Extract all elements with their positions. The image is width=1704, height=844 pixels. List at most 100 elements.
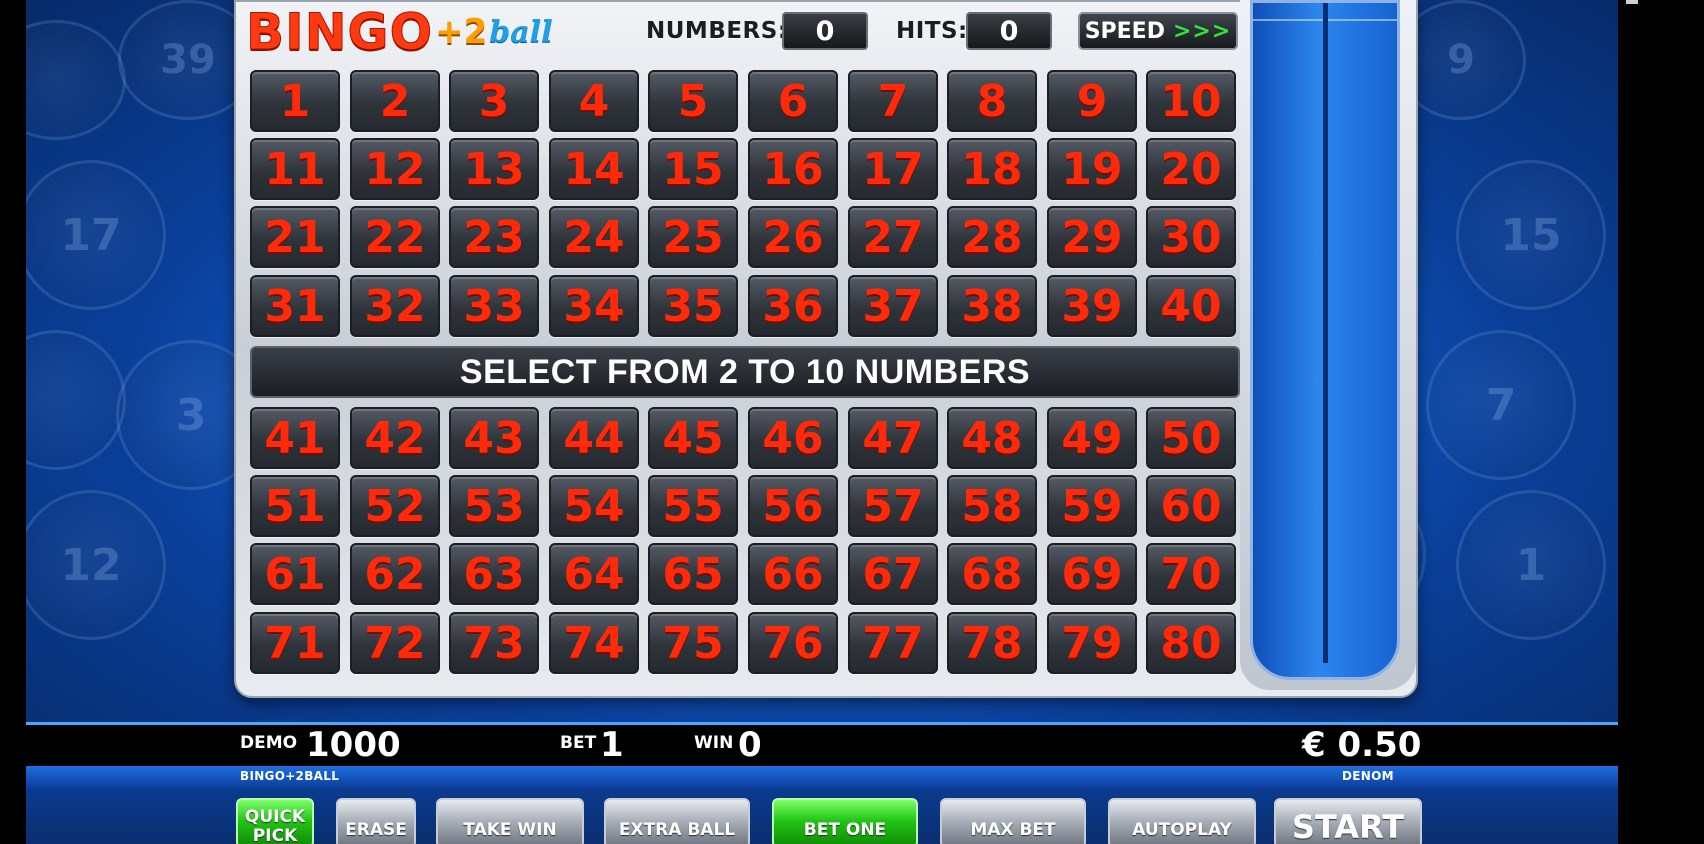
number-cell-42[interactable]: 42 (350, 407, 440, 469)
number-cell-21[interactable]: 21 (250, 206, 340, 268)
number-cell-65[interactable]: 65 (648, 543, 738, 605)
number-cell-6[interactable]: 6 (748, 70, 838, 132)
number-cell-78[interactable]: 78 (947, 612, 1037, 674)
number-cell-52[interactable]: 52 (350, 475, 440, 537)
numbers-counter: 0 (782, 12, 868, 50)
denom-label: DENOM (1342, 769, 1394, 783)
number-cell-53[interactable]: 53 (449, 475, 539, 537)
number-cell-7[interactable]: 7 (848, 70, 938, 132)
number-cell-17[interactable]: 17 (848, 138, 938, 200)
number-cell-13[interactable]: 13 (449, 138, 539, 200)
background-ball: 17 (26, 160, 166, 310)
number-cell-59[interactable]: 59 (1047, 475, 1137, 537)
number-cell-23[interactable]: 23 (449, 206, 539, 268)
number-cell-68[interactable]: 68 (947, 543, 1037, 605)
extra-ball-button[interactable]: EXTRA BALL (604, 798, 750, 844)
number-cell-12[interactable]: 12 (350, 138, 440, 200)
number-cell-46[interactable]: 46 (748, 407, 838, 469)
number-cell-24[interactable]: 24 (549, 206, 639, 268)
denomination-value: € 0.50 (1302, 725, 1422, 765)
number-cell-76[interactable]: 76 (748, 612, 838, 674)
number-cell-37[interactable]: 37 (848, 275, 938, 337)
number-cell-25[interactable]: 25 (648, 206, 738, 268)
number-cell-33[interactable]: 33 (449, 275, 539, 337)
number-cell-16[interactable]: 16 (748, 138, 838, 200)
max-bet-button[interactable]: MAX BET (940, 798, 1086, 844)
number-cell-60[interactable]: 60 (1146, 475, 1236, 537)
number-cell-57[interactable]: 57 (848, 475, 938, 537)
number-cell-44[interactable]: 44 (549, 407, 639, 469)
number-cell-80[interactable]: 80 (1146, 612, 1236, 674)
left-border (0, 0, 26, 844)
number-cell-77[interactable]: 77 (848, 612, 938, 674)
number-cell-71[interactable]: 71 (250, 612, 340, 674)
number-cell-35[interactable]: 35 (648, 275, 738, 337)
number-cell-36[interactable]: 36 (748, 275, 838, 337)
number-cell-9[interactable]: 9 (1047, 70, 1137, 132)
number-cell-19[interactable]: 19 (1047, 138, 1137, 200)
number-cell-79[interactable]: 79 (1047, 612, 1137, 674)
game-name-label: BINGO+2BALL (240, 769, 340, 783)
number-cell-67[interactable]: 67 (848, 543, 938, 605)
number-cell-56[interactable]: 56 (748, 475, 838, 537)
number-cell-47[interactable]: 47 (848, 407, 938, 469)
demo-label: DEMO (240, 733, 298, 753)
autoplay-button[interactable]: AUTOPLAY (1108, 798, 1256, 844)
number-cell-26[interactable]: 26 (748, 206, 838, 268)
quick-pick-button[interactable]: QUICK PICK (236, 798, 314, 844)
background-ball: 15 (1456, 160, 1606, 310)
number-cell-48[interactable]: 48 (947, 407, 1037, 469)
number-cell-55[interactable]: 55 (648, 475, 738, 537)
number-cell-3[interactable]: 3 (449, 70, 539, 132)
instruction-message: SELECT FROM 2 TO 10 NUMBERS (250, 346, 1240, 398)
number-cell-34[interactable]: 34 (549, 275, 639, 337)
number-cell-8[interactable]: 8 (947, 70, 1037, 132)
number-cell-1[interactable]: 1 (250, 70, 340, 132)
number-cell-58[interactable]: 58 (947, 475, 1037, 537)
number-cell-49[interactable]: 49 (1047, 407, 1137, 469)
start-button[interactable]: START (1274, 798, 1422, 844)
number-cell-50[interactable]: 50 (1146, 407, 1236, 469)
logo-main-text: BINGO (245, 3, 434, 62)
number-cell-32[interactable]: 32 (350, 275, 440, 337)
number-cell-62[interactable]: 62 (350, 543, 440, 605)
number-cell-27[interactable]: 27 (848, 206, 938, 268)
take-win-button[interactable]: TAKE WIN (436, 798, 584, 844)
number-cell-29[interactable]: 29 (1047, 206, 1137, 268)
number-cell-28[interactable]: 28 (947, 206, 1037, 268)
number-cell-66[interactable]: 66 (748, 543, 838, 605)
speed-button[interactable]: SPEED >>> (1078, 12, 1238, 50)
number-cell-15[interactable]: 15 (648, 138, 738, 200)
number-cell-31[interactable]: 31 (250, 275, 340, 337)
erase-button[interactable]: ERASE (336, 798, 416, 844)
number-cell-64[interactable]: 64 (549, 543, 639, 605)
number-cell-30[interactable]: 30 (1146, 206, 1236, 268)
number-cell-63[interactable]: 63 (449, 543, 539, 605)
number-cell-72[interactable]: 72 (350, 612, 440, 674)
number-cell-40[interactable]: 40 (1146, 275, 1236, 337)
number-cell-61[interactable]: 61 (250, 543, 340, 605)
quick-pick-label-line2: PICK (252, 826, 298, 844)
number-cell-11[interactable]: 11 (250, 138, 340, 200)
number-cell-69[interactable]: 69 (1047, 543, 1137, 605)
number-cell-74[interactable]: 74 (549, 612, 639, 674)
number-cell-20[interactable]: 20 (1146, 138, 1236, 200)
number-cell-70[interactable]: 70 (1146, 543, 1236, 605)
number-cell-41[interactable]: 41 (250, 407, 340, 469)
number-cell-54[interactable]: 54 (549, 475, 639, 537)
number-cell-51[interactable]: 51 (250, 475, 340, 537)
number-cell-38[interactable]: 38 (947, 275, 1037, 337)
number-cell-4[interactable]: 4 (549, 70, 639, 132)
number-cell-73[interactable]: 73 (449, 612, 539, 674)
number-cell-39[interactable]: 39 (1047, 275, 1137, 337)
number-cell-14[interactable]: 14 (549, 138, 639, 200)
number-cell-18[interactable]: 18 (947, 138, 1037, 200)
number-cell-22[interactable]: 22 (350, 206, 440, 268)
number-cell-75[interactable]: 75 (648, 612, 738, 674)
bet-one-button[interactable]: BET ONE (772, 798, 918, 844)
number-cell-2[interactable]: 2 (350, 70, 440, 132)
number-cell-10[interactable]: 10 (1146, 70, 1236, 132)
number-cell-45[interactable]: 45 (648, 407, 738, 469)
number-cell-5[interactable]: 5 (648, 70, 738, 132)
number-cell-43[interactable]: 43 (449, 407, 539, 469)
